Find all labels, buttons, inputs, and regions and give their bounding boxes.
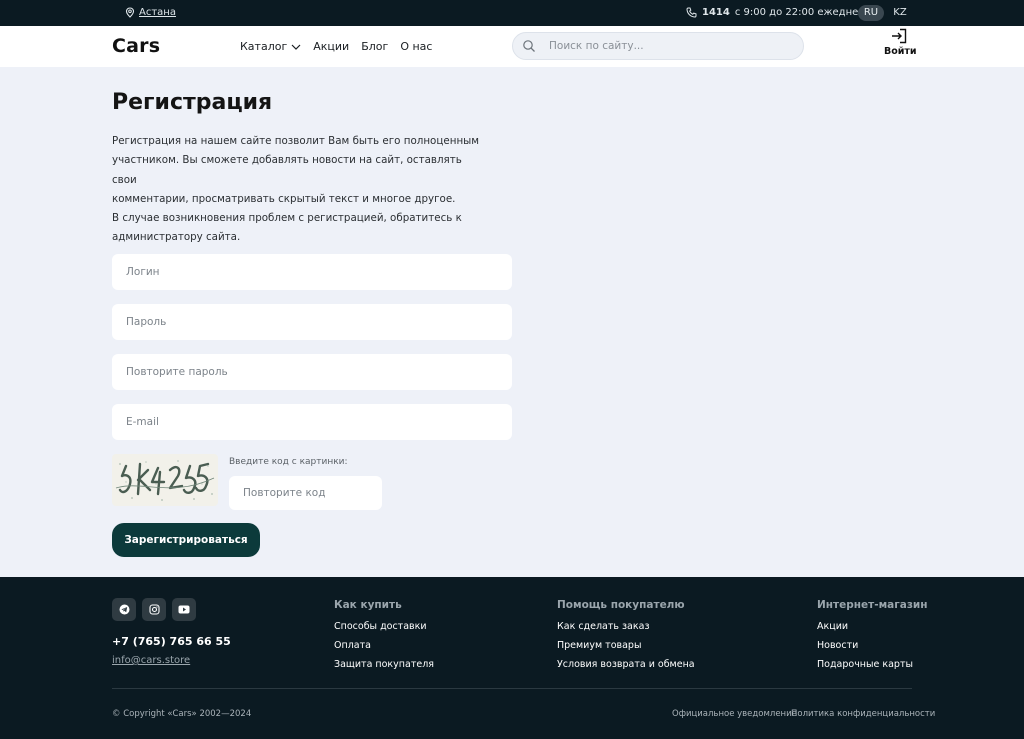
nav-sales[interactable]: Акции xyxy=(313,40,349,53)
intro-line: участником. Вы сможете добавлять новости… xyxy=(112,154,462,186)
logo[interactable]: Cars xyxy=(112,35,160,57)
footer-link[interactable]: Как сделать заказ xyxy=(557,617,695,636)
city-name[interactable]: Астана xyxy=(139,7,176,18)
login-icon xyxy=(892,28,907,44)
header: Cars Каталог Акции Блог О нас Войти xyxy=(0,26,1024,67)
instagram-icon xyxy=(148,604,160,615)
search-icon[interactable] xyxy=(522,39,536,53)
footer-link[interactable]: Подарочные карты xyxy=(817,655,928,674)
nav-catalog-label: Каталог xyxy=(240,40,288,53)
page-title: Регистрация xyxy=(112,90,273,115)
login-button[interactable]: Войти xyxy=(884,28,917,57)
city-selector[interactable]: Астана xyxy=(125,7,176,18)
footer-link[interactable]: Оплата xyxy=(334,636,434,655)
footer-column-title: Помощь покупателю xyxy=(557,599,685,611)
chevron-down-icon xyxy=(291,44,301,50)
footer-link[interactable]: Способы доставки xyxy=(334,617,434,636)
legal-notice-link[interactable]: Официальное уведомление xyxy=(672,709,797,719)
intro-line: В случае возникновения проблем с регистр… xyxy=(112,212,462,225)
phone-short[interactable]: 1414 xyxy=(702,7,730,18)
footer-column-customer-help: Помощь покупателю Как сделать заказ Прем… xyxy=(557,599,695,674)
telegram-icon xyxy=(119,604,129,615)
social-links xyxy=(112,598,196,621)
copyright: © Copyright «Cars» 2002—2024 xyxy=(112,709,252,719)
footer-link[interactable]: Защита покупателя xyxy=(334,655,434,674)
register-button[interactable]: Зарегистрироваться xyxy=(112,523,260,557)
footer-column-title: Как купить xyxy=(334,599,402,611)
privacy-policy-link[interactable]: Политика конфиденциальности xyxy=(791,709,935,719)
nav-about[interactable]: О нас xyxy=(400,40,432,53)
captcha-label: Введите код с картинки: xyxy=(229,457,348,467)
map-pin-icon xyxy=(125,7,135,18)
footer: +7 (765) 765 66 55 info@cars.store Как к… xyxy=(0,577,1024,739)
phone-icon xyxy=(686,7,697,18)
intro-line: Регистрация на нашем сайте позволит Вам … xyxy=(112,135,480,147)
intro-line: администратору сайта. xyxy=(112,231,241,244)
telegram-link[interactable] xyxy=(112,598,136,621)
phone-info: 1414 с 9:00 до 22:00 ежедневно xyxy=(686,7,877,18)
working-hours: с 9:00 до 22:00 ежедневно xyxy=(734,7,877,18)
instagram-link[interactable] xyxy=(142,598,166,621)
nav-catalog[interactable]: Каталог xyxy=(240,40,301,53)
password-field[interactable] xyxy=(112,304,512,340)
footer-link[interactable]: Премиум товары xyxy=(557,636,695,655)
login-field[interactable] xyxy=(112,254,512,290)
top-bar: Астана 1414 с 9:00 до 22:00 ежедневно RU… xyxy=(0,0,1024,26)
footer-column-how-to-buy: Как купить Способы доставки Оплата Защит… xyxy=(334,599,434,674)
search-box xyxy=(512,32,804,60)
main-nav: Каталог Акции Блог О нас xyxy=(240,40,432,53)
footer-phone[interactable]: +7 (765) 765 66 55 xyxy=(112,635,231,648)
intro-text: Регистрация на нашем сайте позволит Вам … xyxy=(112,132,482,248)
email-field[interactable] xyxy=(112,404,512,440)
captcha-input[interactable] xyxy=(229,476,382,510)
youtube-link[interactable] xyxy=(172,598,196,621)
footer-email[interactable]: info@cars.store xyxy=(112,655,190,666)
nav-blog[interactable]: Блог xyxy=(361,40,388,53)
login-label: Войти xyxy=(884,46,917,57)
footer-divider xyxy=(112,688,912,689)
footer-column-title: Интернет-магазин xyxy=(817,599,928,611)
password-repeat-field[interactable] xyxy=(112,354,512,390)
footer-column-online-store: Интернет-магазин Акции Новости Подарочны… xyxy=(817,599,928,674)
lang-kz-button[interactable]: KZ xyxy=(890,5,910,21)
youtube-icon xyxy=(178,605,190,614)
footer-link[interactable]: Условия возврата и обмена xyxy=(557,655,695,674)
lang-ru-button[interactable]: RU xyxy=(858,5,884,21)
intro-line: комментарии, просматривать скрытый текст… xyxy=(112,192,456,205)
footer-link[interactable]: Акции xyxy=(817,617,928,636)
search-input[interactable] xyxy=(549,37,789,55)
footer-link[interactable]: Новости xyxy=(817,636,928,655)
captcha-image xyxy=(112,454,218,506)
